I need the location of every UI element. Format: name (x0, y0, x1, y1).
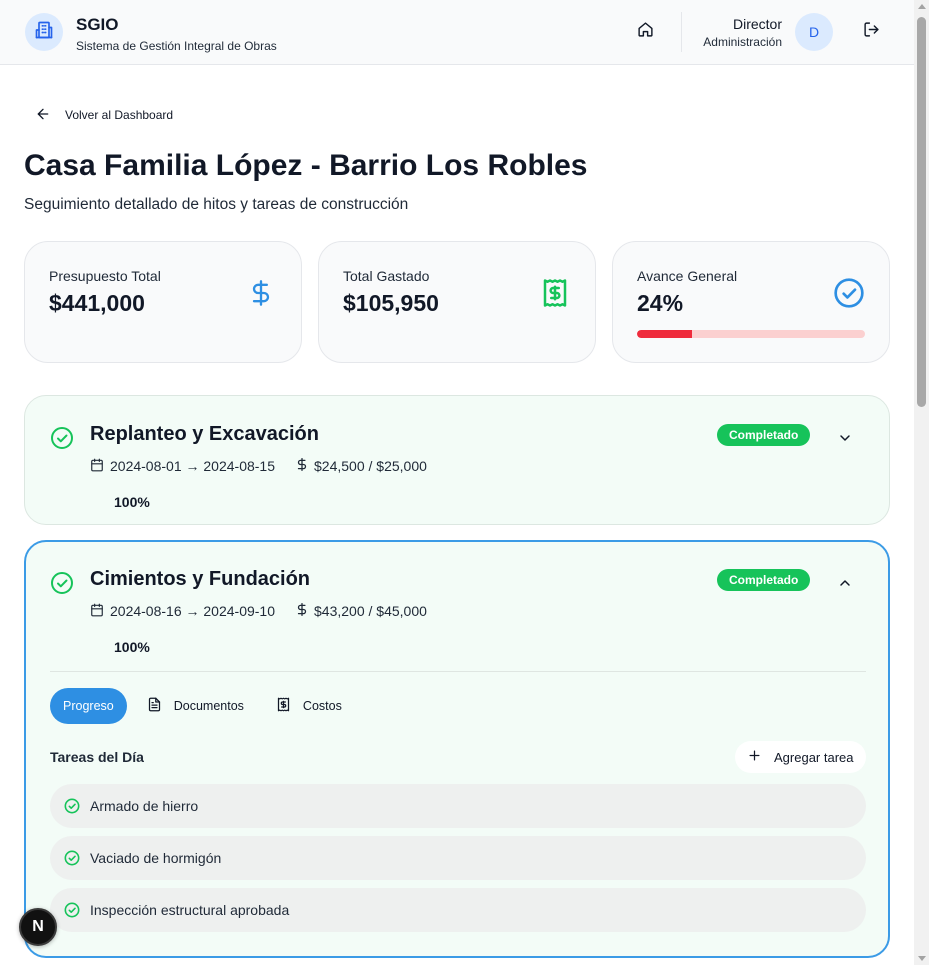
milestone-meta: 2024-08-01 → 2024-08-15 $24,500 / $25,00… (90, 457, 427, 475)
check-circle-icon (50, 571, 74, 595)
milestone-tabs: Progreso Documentos Costos (50, 688, 342, 724)
next-dev-badge[interactable]: N (19, 908, 57, 946)
chevron-down-icon (837, 430, 853, 451)
task-item[interactable]: Armado de hierro (50, 784, 866, 828)
header-divider (681, 12, 682, 52)
stat-value: 24% (637, 290, 684, 316)
milestone-title: Cimientos y Fundación (90, 568, 311, 590)
home-icon (637, 21, 654, 43)
home-button[interactable] (633, 20, 657, 44)
tab-progreso[interactable]: Progreso (50, 688, 127, 724)
check-circle-icon (64, 902, 80, 918)
stat-value: $105,950 (343, 290, 439, 316)
calendar-icon (90, 458, 104, 475)
page-title: Casa Familia López - Barrio Los Robles (24, 149, 588, 182)
check-circle-icon (833, 277, 865, 309)
tab-documentos[interactable]: Documentos (127, 688, 244, 724)
collapse-toggle[interactable] (836, 576, 854, 594)
arrow-left-icon (35, 106, 51, 125)
milestone-cost: $43,200 / $45,000 (314, 603, 427, 619)
app-header: SGIO Sistema de Gestión Integral de Obra… (0, 0, 914, 65)
app-logo[interactable] (25, 13, 63, 51)
chevron-up-icon (837, 575, 853, 596)
tasks-heading: Tareas del Día (50, 749, 144, 765)
milestone-cost: $24,500 / $25,000 (314, 458, 427, 474)
stat-value: $441,000 (49, 290, 145, 316)
task-item[interactable]: Inspección estructural aprobada (50, 888, 866, 932)
receipt-icon (539, 277, 571, 309)
app-subtitle: Sistema de Gestión Integral de Obras (76, 39, 277, 53)
scroll-down-arrow-icon[interactable] (918, 956, 926, 961)
building-icon (34, 20, 54, 45)
stat-card-spent: Total Gastado $105,950 (318, 241, 596, 363)
task-label: Armado de hierro (90, 798, 199, 814)
dollar-icon (295, 602, 309, 620)
check-circle-icon (50, 426, 74, 450)
task-item[interactable]: Vaciado de hormigón (50, 836, 866, 880)
check-circle-icon (64, 798, 80, 814)
back-link-label: Volver al Dashboard (65, 108, 174, 122)
milestone-dates: 2024-08-01 → 2024-08-15 (110, 458, 276, 474)
plus-icon (747, 748, 762, 766)
milestone-meta: 2024-08-16 → 2024-09-10 $43,200 / $45,00… (90, 602, 427, 620)
add-task-label: Agregar tarea (774, 749, 854, 765)
dollar-icon (295, 457, 309, 475)
task-label: Vaciado de hormigón (90, 850, 222, 866)
tab-label: Documentos (173, 699, 244, 713)
scroll-thumb[interactable] (917, 17, 926, 407)
milestone-divider (50, 671, 866, 672)
check-circle-icon (64, 850, 80, 866)
scroll-up-arrow-icon[interactable] (918, 4, 926, 9)
overall-progress-fill (637, 330, 692, 338)
user-role: Director (732, 16, 782, 32)
milestone-title: Replanteo y Excavación (90, 423, 319, 445)
milestone-dates: 2024-08-16 → 2024-09-10 (110, 603, 276, 619)
milestone-card-expanded[interactable]: Cimientos y Fundación 2024-08-16 → 2024-… (24, 540, 890, 958)
user-area: Administración (703, 35, 782, 49)
app-title: SGIO (76, 15, 119, 34)
logout-icon (863, 21, 880, 43)
task-label: Inspección estructural aprobada (90, 902, 290, 918)
stat-card-progress: Avance General 24% (612, 241, 890, 363)
document-icon (147, 697, 162, 715)
milestone-percent: 100% (114, 494, 150, 510)
avatar[interactable]: D (795, 13, 833, 51)
stat-card-budget: Presupuesto Total $441,000 (24, 241, 302, 363)
milestone-percent: 100% (114, 639, 150, 655)
page-scrollbar[interactable] (914, 0, 929, 965)
tab-label: Costos (302, 699, 342, 713)
stat-label: Total Gastado (343, 268, 430, 284)
receipt-icon (276, 697, 291, 715)
dollar-icon (245, 277, 277, 309)
logout-button[interactable] (859, 20, 883, 44)
status-badge: Completado (717, 569, 811, 591)
back-to-dashboard-link[interactable]: Volver al Dashboard (35, 105, 173, 125)
overall-progress-bar (637, 330, 865, 338)
calendar-icon (90, 603, 104, 620)
status-badge: Completado (717, 424, 811, 446)
tab-costos[interactable]: Costos (244, 688, 342, 724)
milestone-card[interactable]: Replanteo y Excavación 2024-08-01 → 2024… (24, 395, 890, 525)
stat-label: Presupuesto Total (49, 268, 161, 284)
stat-label: Avance General (637, 268, 738, 284)
add-task-button[interactable]: Agregar tarea (735, 741, 866, 773)
page-subtitle: Seguimiento detallado de hitos y tareas … (24, 196, 409, 213)
expand-toggle[interactable] (836, 431, 854, 449)
